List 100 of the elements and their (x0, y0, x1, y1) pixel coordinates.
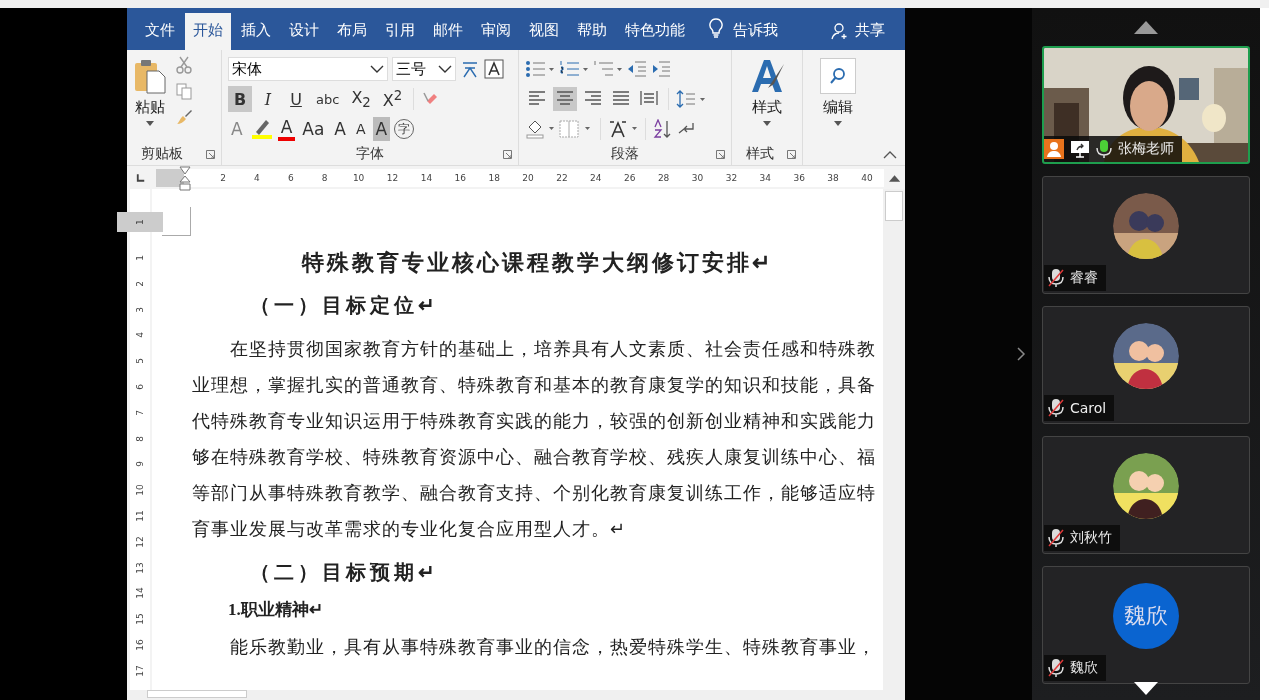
participant-tile[interactable]: Carol (1042, 306, 1250, 424)
ribbon-tab[interactable]: 视图 (521, 13, 567, 50)
font-style-button[interactable]: 字 (394, 119, 415, 139)
ribbon-tab[interactable]: 特色功能 (617, 13, 693, 50)
format-button[interactable]: U (284, 86, 308, 112)
group-label: 字体 (354, 145, 385, 163)
participant-tile[interactable]: 张梅老师 (1042, 46, 1250, 164)
font-style-button[interactable]: A (277, 117, 296, 141)
participant-tile[interactable]: 睿睿 (1042, 176, 1250, 294)
align-button[interactable] (553, 87, 577, 111)
ruler-number: 2 (219, 172, 227, 183)
format-button[interactable]: X$^{2}$ (378, 86, 407, 112)
caret-icon (763, 121, 771, 126)
ruler-number: 36 (792, 172, 806, 183)
format-button[interactable]: I (256, 86, 280, 112)
tell-me-search[interactable]: 告诉我 (733, 21, 778, 50)
ribbon-tab[interactable]: 文件 (137, 13, 183, 50)
scrollbar-thumb[interactable] (147, 690, 247, 698)
format-button[interactable]: B (228, 86, 252, 112)
scissors-icon[interactable] (175, 56, 193, 74)
ruler-number: 5 (134, 358, 146, 364)
multilevel-list-icon[interactable] (593, 60, 623, 78)
lightbulb-icon[interactable] (709, 18, 723, 38)
ribbon-tab[interactable]: 布局 (329, 13, 375, 50)
ruler-number: 18 (487, 172, 501, 183)
ribbon-tab[interactable]: 引用 (377, 13, 423, 50)
ruler-number: 17 (134, 664, 146, 677)
sort-icon[interactable] (653, 119, 673, 139)
ribbon-tab[interactable]: 插入 (233, 13, 279, 50)
font-style-button[interactable]: A (331, 117, 349, 141)
ribbon-tab[interactable]: 帮助 (569, 13, 615, 50)
group-label: 段落 (609, 145, 640, 163)
screen-share-icon (1070, 140, 1090, 158)
highlighter-icon[interactable] (249, 118, 274, 140)
paragraph-line: 业理想，掌握扎实的普通教育、特殊教育和基本的教育康复学的知识和技能，具备 (192, 374, 877, 397)
scroll-up-icon[interactable] (1134, 20, 1158, 34)
font-style-button[interactable]: A (352, 117, 369, 141)
font-name-field[interactable]: 宋体 (228, 57, 388, 81)
scrollbar-thumb[interactable] (885, 191, 903, 221)
group-label: 样式 (746, 145, 774, 163)
section-heading: （一）目标定位↵ (250, 293, 440, 318)
ruler-number: 32 (724, 172, 739, 183)
scroll-up-icon[interactable] (888, 173, 900, 182)
scroll-down-icon[interactable] (1134, 682, 1158, 696)
dialog-launcher-icon[interactable] (503, 149, 512, 159)
indent-marker-icon[interactable] (179, 165, 192, 192)
styles-button[interactable]: 样式 (748, 56, 786, 143)
font-style-button[interactable]: A (372, 117, 391, 141)
ruler-number: 20 (521, 172, 535, 183)
expand-chevron-icon[interactable] (1016, 346, 1026, 362)
format-button[interactable]: abc (312, 86, 344, 112)
font-style-button[interactable]: Aa (299, 117, 328, 141)
subheading: 1.职业精神↵ (228, 599, 324, 621)
ruler-number: 10 (351, 172, 366, 183)
ruler-number: 34 (758, 172, 772, 183)
ruler-number: 12 (134, 535, 146, 548)
bullet-list-icon[interactable] (525, 60, 555, 78)
dialog-launcher-icon[interactable] (716, 149, 725, 159)
phonetic-guide-icon[interactable] (460, 59, 480, 79)
decrease-indent-icon[interactable] (627, 60, 647, 78)
ruler-number: 16 (453, 172, 467, 183)
ribbon-tab[interactable]: 开始 (185, 13, 231, 50)
ruler-number: 7 (134, 409, 146, 416)
tab-stop-icon[interactable] (135, 171, 147, 184)
ruler-number: 40 (860, 172, 874, 183)
font-size-field[interactable]: 三号 (392, 57, 456, 81)
ribbon-tab[interactable]: 设计 (281, 13, 327, 50)
paste-button[interactable]: 粘贴 (133, 56, 167, 143)
person-add-icon[interactable] (831, 22, 849, 40)
paragraph-line: 在坚持贯彻国家教育方针的基础上，培养具有人文素质、社会责任感和特殊教 (229, 338, 877, 361)
margin-corner-mark (162, 207, 191, 236)
ruler-number: 28 (656, 172, 671, 183)
editing-button[interactable]: 编辑 (820, 56, 856, 143)
dialog-launcher-icon[interactable] (206, 149, 215, 159)
ribbon-tab[interactable]: 邮件 (425, 13, 471, 50)
section-heading: （二）目标预期↵ (250, 560, 440, 585)
ruler-number: 1 (134, 255, 146, 261)
document-title: 特殊教育专业核心课程教学大纲修订安排↵ (300, 249, 774, 277)
numbered-list-icon[interactable] (559, 60, 589, 78)
ribbon-tab[interactable]: 审阅 (473, 13, 519, 50)
ruler-number: 12 (385, 172, 400, 183)
dialog-launcher-icon[interactable] (787, 149, 796, 159)
collapse-ribbon-icon[interactable] (883, 151, 897, 159)
increase-indent-icon[interactable] (651, 60, 671, 78)
ruler-number: 16 (134, 639, 146, 651)
ruler-number: 14 (134, 587, 146, 599)
ruler-number: 10 (134, 484, 146, 496)
character-border-icon[interactable] (484, 59, 504, 79)
participant-tile[interactable]: 魏欣 魏欣 (1042, 566, 1250, 684)
line-spacing-icon[interactable] (676, 90, 706, 108)
ruler-number: 8 (134, 435, 146, 442)
share-button[interactable]: 共享 (855, 21, 885, 50)
caret-icon (146, 121, 154, 126)
participant-tile[interactable]: 刘秋竹 (1042, 436, 1250, 554)
format-button[interactable]: X$_{2}$ (347, 86, 375, 112)
text-spacing-icon[interactable] (608, 119, 638, 139)
ruler-number: 6 (286, 172, 295, 183)
shading-bucket-icon[interactable] (525, 119, 555, 139)
name-tag: 张梅老师 (1044, 136, 1182, 162)
ruler-margin (156, 168, 185, 187)
